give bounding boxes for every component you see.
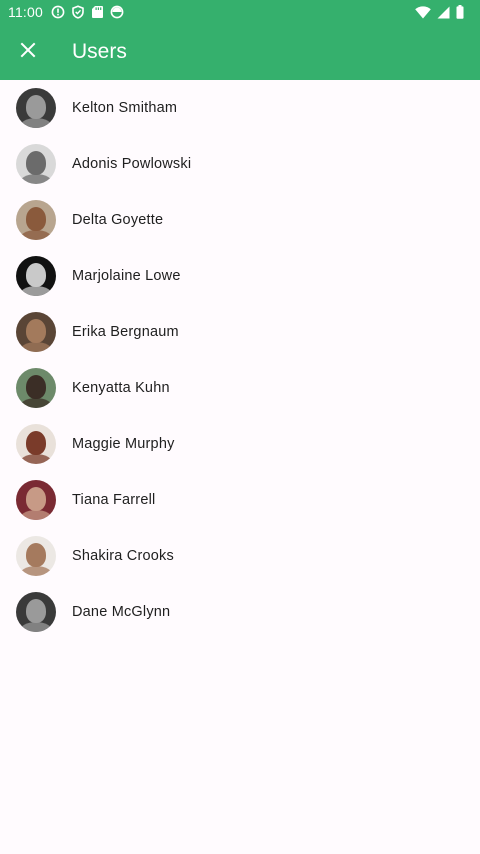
wifi-icon bbox=[415, 5, 431, 19]
avatar bbox=[16, 312, 56, 352]
avatar bbox=[16, 424, 56, 464]
page-title: Users bbox=[72, 40, 127, 63]
status-system-icons bbox=[415, 4, 464, 20]
user-name: Erika Bergnaum bbox=[72, 324, 179, 340]
status-bar: 11:00 bbox=[0, 0, 480, 24]
avatar bbox=[16, 480, 56, 520]
user-list: Kelton Smitham Adonis Powlowski Delta Go… bbox=[0, 80, 480, 640]
avatar bbox=[16, 200, 56, 240]
avatar bbox=[16, 592, 56, 632]
list-item-user[interactable]: Shakira Crooks bbox=[0, 528, 480, 584]
shield-icon bbox=[71, 5, 85, 19]
list-item-user[interactable]: Adonis Powlowski bbox=[0, 136, 480, 192]
list-item-user[interactable]: Erika Bergnaum bbox=[0, 304, 480, 360]
close-button[interactable] bbox=[12, 36, 44, 68]
cell-signal-icon bbox=[437, 6, 450, 19]
user-name: Tiana Farrell bbox=[72, 492, 156, 508]
close-icon bbox=[20, 42, 36, 63]
list-item-user[interactable]: Dane McGlynn bbox=[0, 584, 480, 640]
user-name: Kenyatta Kuhn bbox=[72, 380, 170, 396]
alert-circle-icon bbox=[51, 5, 65, 19]
user-name: Dane McGlynn bbox=[72, 604, 171, 620]
status-time: 11:00 bbox=[8, 4, 43, 20]
user-name: Adonis Powlowski bbox=[72, 156, 192, 172]
list-item-user[interactable]: Delta Goyette bbox=[0, 192, 480, 248]
user-name: Maggie Murphy bbox=[72, 436, 175, 452]
avatar bbox=[16, 368, 56, 408]
list-item-user[interactable]: Marjolaine Lowe bbox=[0, 248, 480, 304]
status-notification-icons bbox=[51, 4, 124, 20]
sd-card-icon bbox=[91, 5, 104, 19]
user-name: Delta Goyette bbox=[72, 212, 164, 228]
avatar bbox=[16, 88, 56, 128]
battery-icon bbox=[456, 5, 464, 19]
avatar bbox=[16, 256, 56, 296]
list-item-user[interactable]: Kenyatta Kuhn bbox=[0, 360, 480, 416]
list-item-user[interactable]: Tiana Farrell bbox=[0, 472, 480, 528]
list-item-user[interactable]: Kelton Smitham bbox=[0, 80, 480, 136]
data-saver-icon bbox=[110, 5, 124, 19]
user-name: Marjolaine Lowe bbox=[72, 268, 181, 284]
list-item-user[interactable]: Maggie Murphy bbox=[0, 416, 480, 472]
avatar bbox=[16, 536, 56, 576]
avatar bbox=[16, 144, 56, 184]
user-name: Shakira Crooks bbox=[72, 548, 174, 564]
app-bar: Users bbox=[0, 24, 480, 80]
user-name: Kelton Smitham bbox=[72, 100, 178, 116]
